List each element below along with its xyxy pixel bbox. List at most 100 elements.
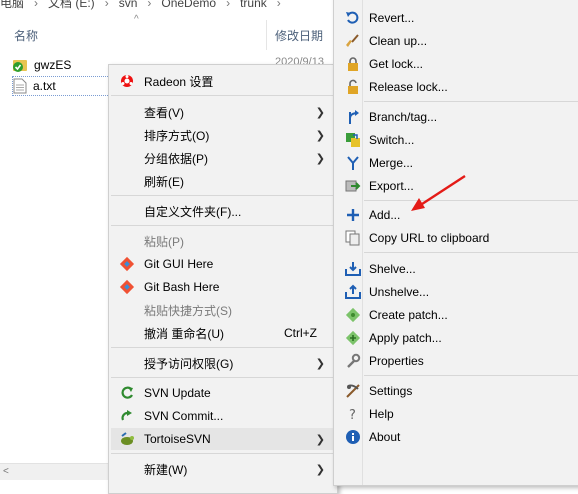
menu-item-sort[interactable]: 排序方式(O) ❯ [111,124,335,146]
breadcrumb-item[interactable]: 电脑 [0,0,24,10]
menu-item-shelve[interactable]: Shelve... [336,258,578,280]
menu-item-label: About [369,430,401,444]
menu-item-svn-commit[interactable]: SVN Commit... [111,405,335,427]
tortoisesvn-submenu: Revert... Clean up... Get lock... Releas… [333,0,578,486]
chevron-right-icon: ❯ [315,106,325,119]
menu-item-svn-update[interactable]: SVN Update [111,382,335,404]
branch-icon [345,109,361,125]
column-divider[interactable] [266,20,267,50]
menu-item-git-bash[interactable]: Git Bash Here [111,276,335,298]
menu-item-merge[interactable]: Merge... [336,152,578,174]
menu-item-radeon[interactable]: Radeon 设置 [111,70,335,92]
breadcrumb-item[interactable]: svn [119,0,138,10]
menu-item-apply-patch[interactable]: Apply patch... [336,327,578,349]
info-icon [345,429,361,445]
menu-item-label: 粘贴(P) [144,234,184,249]
shelve-icon [345,261,361,277]
revert-icon [345,10,361,26]
menu-item-cleanup[interactable]: Clean up... [336,30,578,52]
menu-item-revert[interactable]: Revert... [336,7,578,29]
menu-item-grant-access[interactable]: 授予访问权限(G) ❯ [111,352,335,374]
chevron-right-icon: › [226,0,231,10]
svn-folder-icon [12,57,28,73]
svg-text:?: ? [349,408,356,422]
menu-item-label: 查看(V) [144,105,184,120]
git-icon [119,279,135,295]
breadcrumb-item[interactable]: 文档 (E:) [48,0,95,10]
lock-icon [345,56,361,72]
menu-item-label: Unshelve... [369,285,430,299]
merge-icon [345,155,361,171]
menu-divider [364,252,578,253]
plus-icon [345,207,361,223]
scroll-left-icon[interactable]: < [3,466,9,477]
menu-item-copy-url[interactable]: Copy URL to clipboard [336,227,578,249]
svn-update-icon [119,385,135,401]
menu-item-create-patch[interactable]: Create patch... [336,304,578,326]
menu-item-release-lock[interactable]: Release lock... [336,76,578,98]
menu-item-about[interactable]: About [336,426,578,448]
apply-patch-icon [345,330,361,346]
chevron-right-icon: › [34,0,39,10]
menu-item-switch[interactable]: Switch... [336,129,578,151]
menu-item-customize-folder[interactable]: 自定义文件夹(F)... [111,200,335,222]
menu-item-label: Apply patch... [369,331,442,345]
menu-item-tortoisesvn[interactable]: TortoiseSVN ❯ [111,428,335,450]
menu-divider [111,195,335,196]
tortoise-icon [119,431,135,447]
menu-item-label: 粘贴快捷方式(S) [144,303,232,318]
menu-item-label: Settings [369,384,413,398]
menu-item-new[interactable]: 新建(W) ❯ [111,458,335,480]
menu-item-label: Revert... [369,11,415,25]
column-date[interactable]: 修改日期 [275,27,323,44]
menu-item-label: Help [369,407,394,421]
menu-divider [364,375,578,376]
menu-item-paste-shortcut[interactable]: 粘贴快捷方式(S) [111,299,335,321]
menu-item-label: Get lock... [369,57,424,71]
breadcrumb-item[interactable]: OneDemo [161,0,216,10]
menu-divider [111,347,335,348]
menu-item-label: Shelve... [369,262,416,276]
chevron-right-icon: ❯ [315,129,325,142]
menu-item-group[interactable]: 分组依据(P) ❯ [111,147,335,169]
list-item[interactable]: a.txt [12,76,112,96]
menu-item-settings[interactable]: Settings [336,380,578,402]
menu-item-label: Properties [369,354,424,368]
menu-divider [111,225,335,226]
menu-item-label: SVN Commit... [144,409,224,423]
menu-item-paste[interactable]: 粘贴(P) [111,230,335,252]
menu-item-unshelve[interactable]: Unshelve... [336,281,578,303]
menu-item-label: Merge... [369,156,414,170]
menu-item-label: 排序方式(O) [144,128,210,143]
column-header: ^ 名称 修改日期 [0,14,340,50]
menu-item-label: 授予访问权限(G) [144,356,234,371]
menu-item-label: SVN Update [144,386,211,400]
git-icon [119,256,135,272]
menu-item-label: 自定义文件夹(F)... [144,204,242,219]
switch-icon [345,132,361,148]
unlock-icon [345,79,361,95]
help-icon: ? [345,406,361,422]
menu-item-branch-tag[interactable]: Branch/tag... [336,106,578,128]
menu-item-help[interactable]: ? Help [336,403,578,425]
text-file-icon [13,78,27,94]
menu-item-label: Radeon 设置 [144,74,214,89]
menu-item-label: 刷新(E) [144,174,184,189]
menu-item-label: Git GUI Here [144,257,214,271]
breadcrumb-item[interactable]: trunk [240,0,267,10]
chevron-right-icon: › [147,0,152,10]
menu-item-git-gui[interactable]: Git GUI Here [111,253,335,275]
menu-item-get-lock[interactable]: Get lock... [336,53,578,75]
menu-item-refresh[interactable]: 刷新(E) [111,170,335,192]
menu-item-label: Switch... [369,133,415,147]
svn-commit-icon [119,408,135,424]
unshelve-icon [345,284,361,300]
menu-item-undo-rename[interactable]: 撤消 重命名(U) Ctrl+Z [111,322,335,344]
menu-item-label: Add... [369,208,401,222]
chevron-right-icon: › [104,0,109,10]
wrench-icon [345,353,361,369]
menu-item-label: 分组依据(P) [144,151,208,166]
column-name[interactable]: 名称 [14,27,38,44]
menu-item-view[interactable]: 查看(V) ❯ [111,101,335,123]
menu-item-properties[interactable]: Properties [336,350,578,372]
